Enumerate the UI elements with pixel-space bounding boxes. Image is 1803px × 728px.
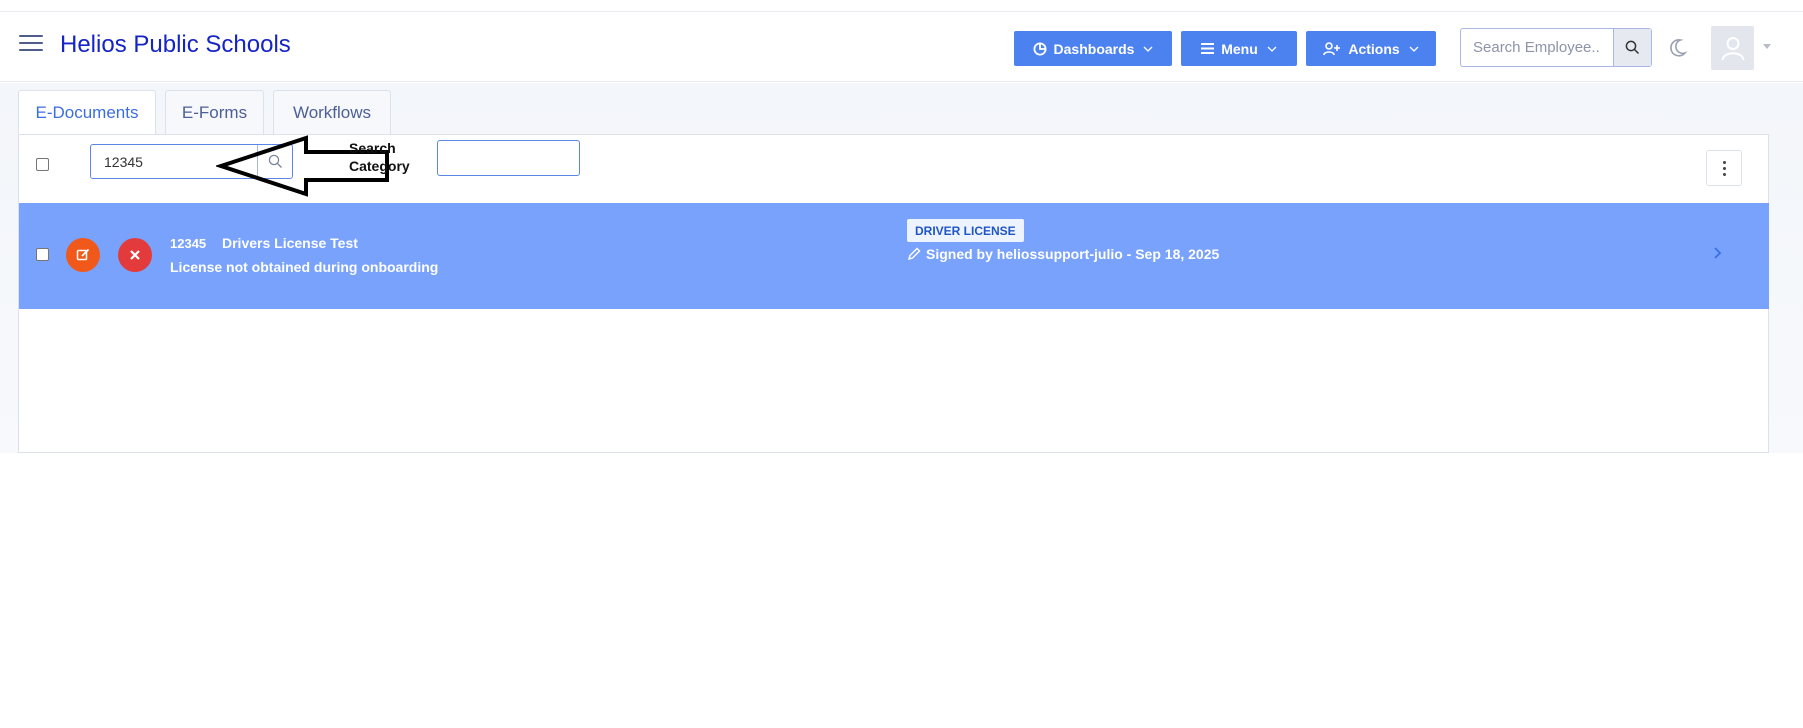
- document-id: 12345: [170, 236, 207, 251]
- close-icon: [130, 250, 140, 260]
- tab-workflows[interactable]: Workflows: [273, 90, 391, 135]
- user-plus-icon: [1323, 41, 1341, 55]
- more-options-button[interactable]: [1706, 150, 1742, 186]
- chevron-down-icon: [1143, 46, 1153, 52]
- top-strip: [0, 0, 1803, 12]
- delete-button[interactable]: [118, 238, 152, 272]
- dashboards-label: Dashboards: [1053, 40, 1135, 57]
- user-icon: [1721, 37, 1744, 61]
- tab-e-documents[interactable]: E-Documents: [18, 90, 156, 135]
- actions-button[interactable]: Actions: [1306, 31, 1436, 66]
- kebab-dot: [1722, 166, 1726, 170]
- actions-label: Actions: [1348, 40, 1400, 57]
- row-checkbox[interactable]: [36, 248, 49, 261]
- signed-text: Signed by heliossupport-julio - Sep 18, …: [926, 246, 1220, 262]
- brand-title: Helios Public Schools: [60, 31, 291, 58]
- search-category-select[interactable]: [437, 140, 580, 176]
- kebab-dot: [1722, 160, 1726, 164]
- document-description: License not obtained during onboarding: [170, 259, 439, 275]
- dashboards-button[interactable]: Dashboards: [1014, 31, 1172, 66]
- menu-label: Menu: [1221, 40, 1258, 57]
- menu-icon[interactable]: [19, 35, 43, 55]
- menu-button[interactable]: Menu: [1181, 31, 1297, 66]
- chevron-right-icon[interactable]: [1713, 247, 1722, 259]
- chevron-down-icon[interactable]: [1763, 44, 1771, 49]
- edit-icon: [76, 248, 90, 261]
- search-icon: [1625, 40, 1640, 55]
- search-category-label: Search Category: [349, 140, 410, 174]
- employee-search-input[interactable]: [1461, 29, 1613, 66]
- pie-chart-icon: [1033, 42, 1047, 55]
- document-row[interactable]: [19, 203, 1769, 309]
- employee-search: [1460, 28, 1652, 67]
- tab-e-forms[interactable]: E-Forms: [165, 90, 264, 135]
- edit-button[interactable]: [66, 238, 100, 272]
- app-header: Helios Public Schools Dashboards Menu Ac…: [0, 12, 1803, 82]
- list-icon: [1201, 43, 1215, 54]
- document-name[interactable]: Drivers License Test: [222, 235, 358, 251]
- page: Helios Public Schools Dashboards Menu Ac…: [0, 0, 1803, 728]
- avatar[interactable]: [1711, 26, 1754, 70]
- kebab-dot: [1722, 172, 1726, 176]
- select-all-checkbox[interactable]: [36, 158, 49, 171]
- pencil-icon: [907, 247, 921, 261]
- chevron-down-icon: [1409, 46, 1419, 52]
- employee-search-button[interactable]: [1613, 29, 1651, 66]
- signed-info: Signed by heliossupport-julio - Sep 18, …: [907, 246, 1219, 262]
- moon-icon[interactable]: [1668, 37, 1688, 59]
- chevron-down-icon: [1267, 46, 1277, 52]
- category-badge: DRIVER LICENSE: [907, 219, 1024, 242]
